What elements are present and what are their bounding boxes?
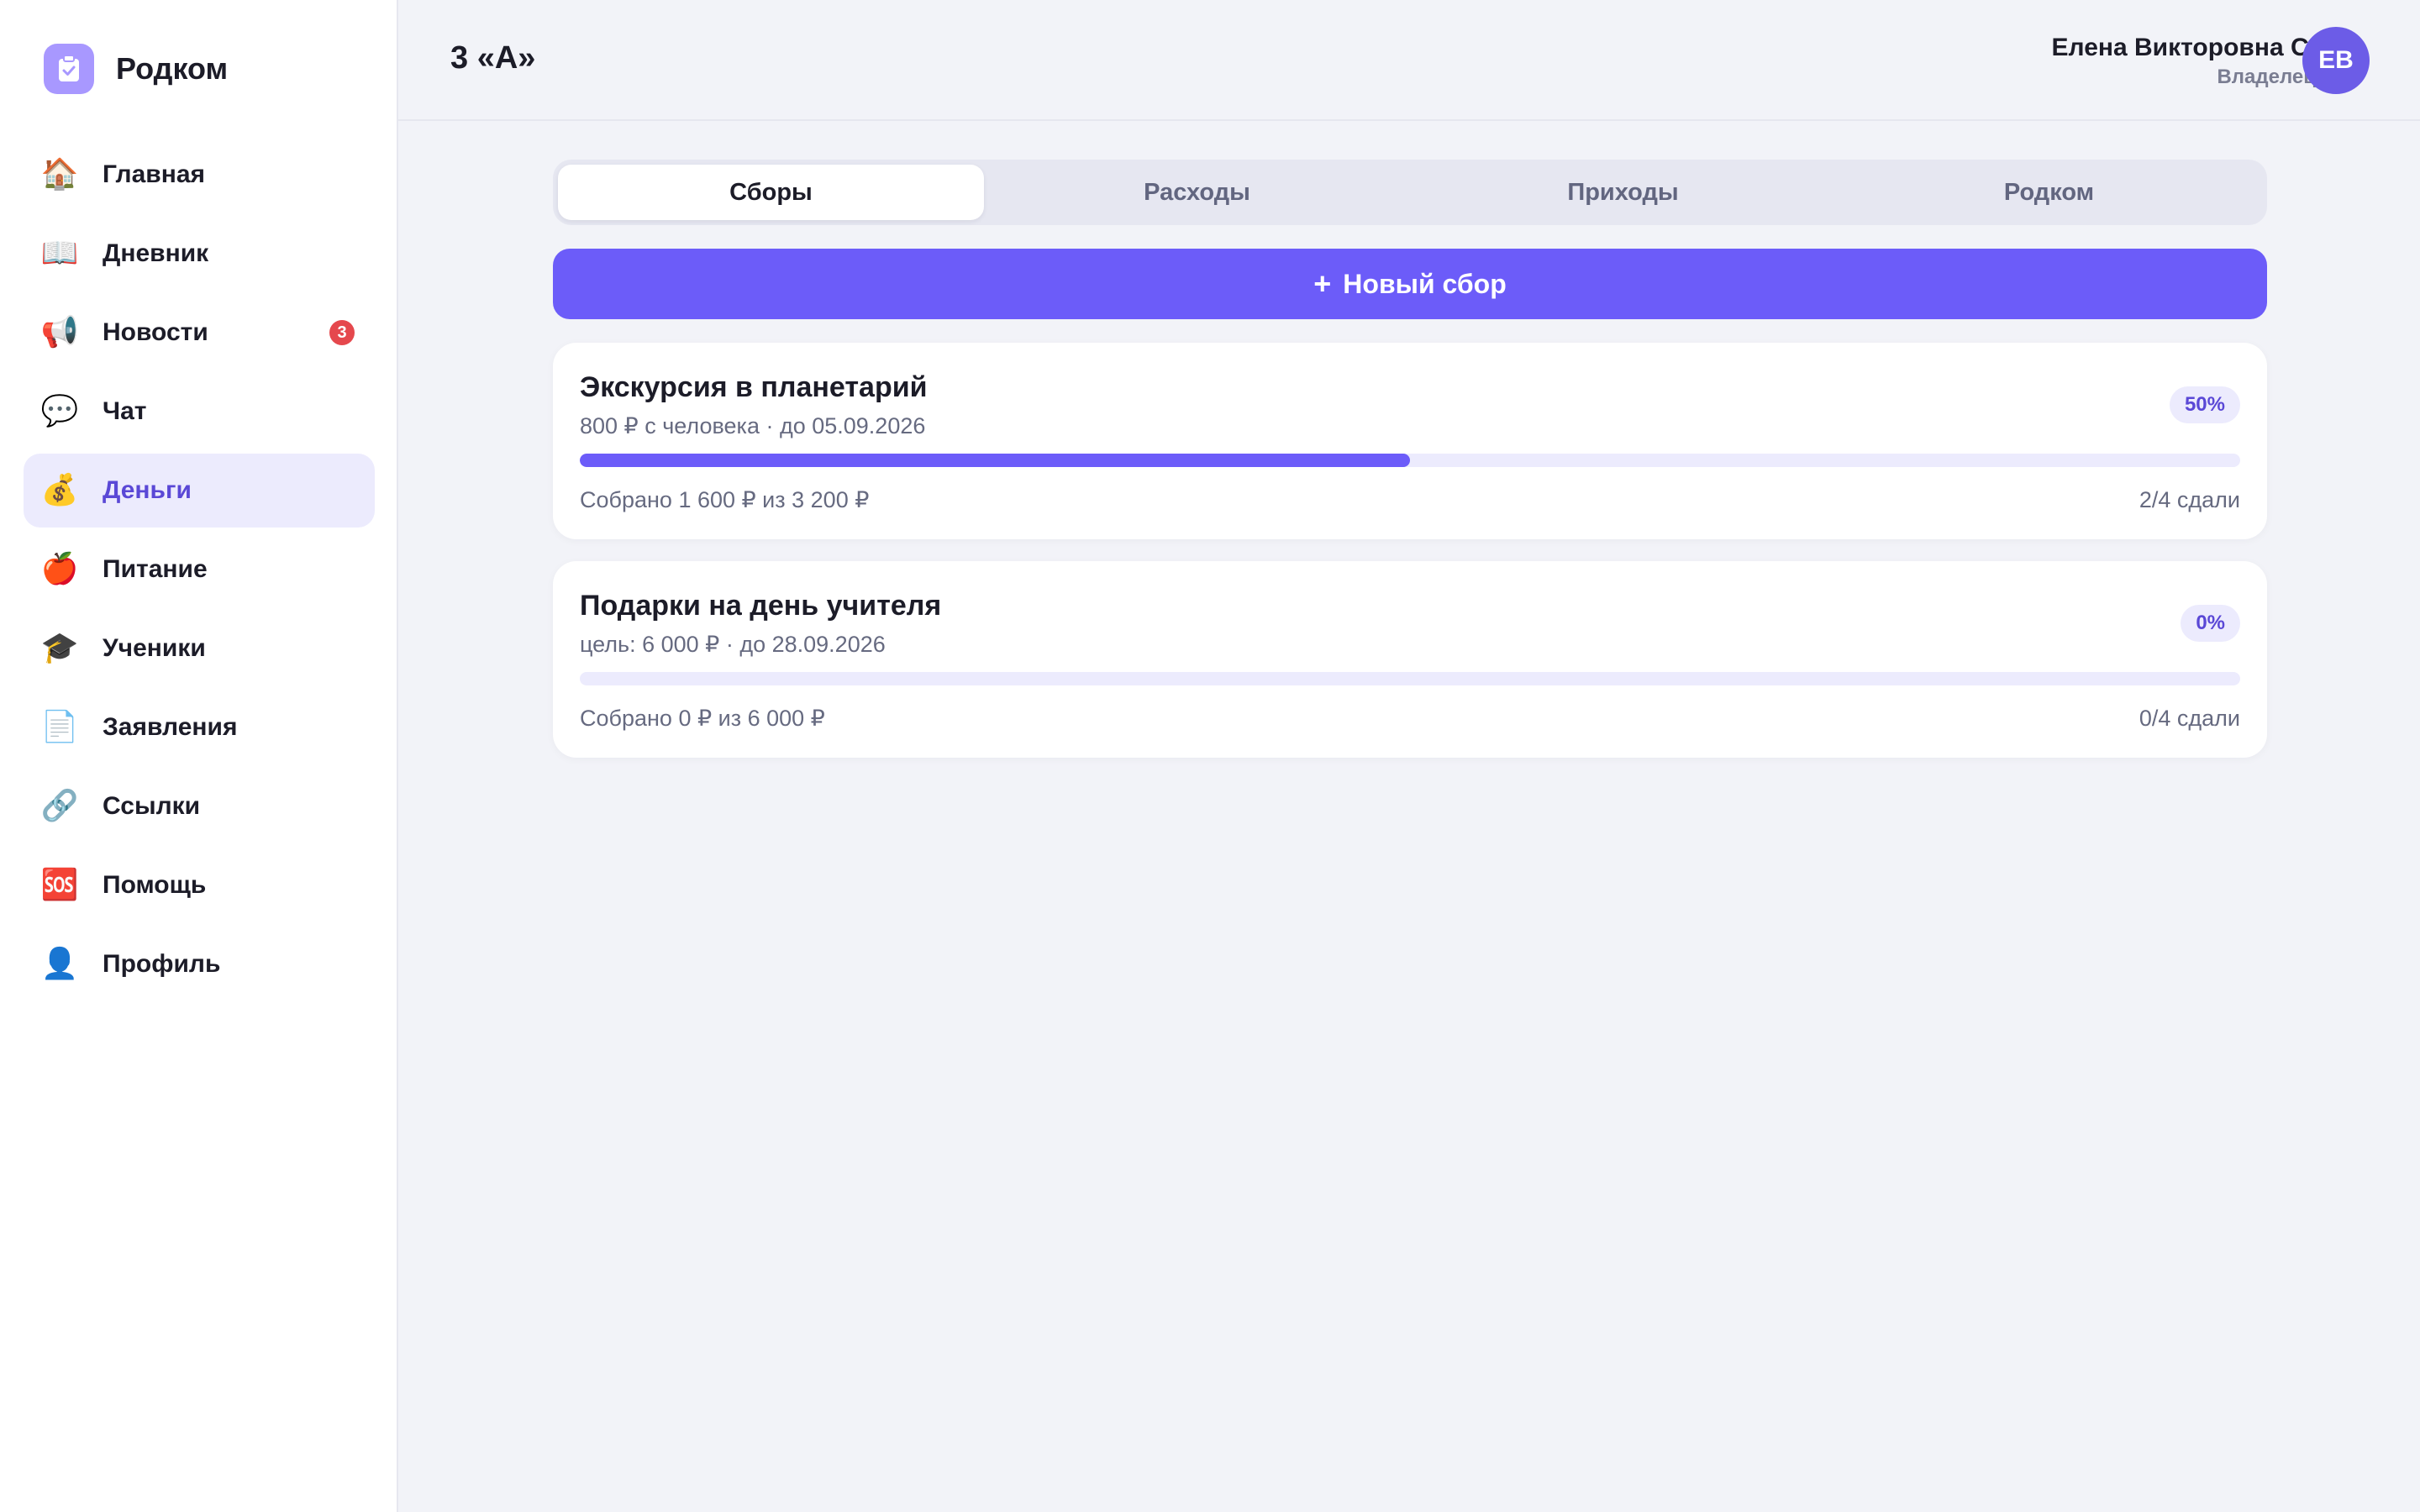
unread-badge: 3 [329,320,355,345]
clipboard-check-icon [44,44,94,94]
avatar[interactable]: ЕВ [2302,27,2370,94]
sidebar-item-label: Заявления [103,713,238,741]
collection-subtitle: цель: 6 000 ₽ · до 28.09.2026 [580,632,886,657]
collection-card[interactable]: Подарки на день учителя цель: 6 000 ₽ · … [553,561,2267,758]
paid-count: 2/4 сдали [2139,487,2240,512]
paid-count: 0/4 сдали [2139,706,2240,731]
sidebar-item-label: Питание [103,555,208,583]
user-role: Владелец [2217,66,2316,88]
sidebar-item-label: Ссылки [103,792,201,820]
progress-bar [580,672,2240,685]
book-icon: 📖 [40,236,79,270]
collected-amount: Собрано 0 ₽ из 6 000 ₽ [580,706,825,731]
sidebar-item-home[interactable]: 🏠 Главная [24,138,375,212]
tab-collections[interactable]: Сборы [558,165,984,220]
page-title: 3 «А» [450,40,536,76]
home-icon: 🏠 [40,157,79,192]
tab-bar: Сборы Расходы Приходы Родком [553,160,2267,225]
sidebar-item-profile[interactable]: 👤 Профиль [24,927,375,1001]
collected-amount: Собрано 1 600 ₽ из 3 200 ₽ [580,487,870,512]
user-icon: 👤 [40,947,79,981]
megaphone-icon: 📢 [40,315,79,349]
user-name: Елена Викторовна С. [2051,34,2316,61]
sidebar-item-food[interactable]: 🍎 Питание [24,533,375,606]
collection-subtitle: 800 ₽ с человека · до 05.09.2026 [580,413,926,438]
sidebar-item-label: Ученики [103,634,206,662]
sidebar: Родком 🏠 Главная 📖 Дневник 📢 Новости 3 💬… [0,0,398,1512]
chat-bubble-icon: 💬 [40,394,79,428]
sidebar-item-links[interactable]: 🔗 Ссылки [24,769,375,843]
sidebar-item-label: Помощь [103,871,207,899]
sos-icon: 🆘 [40,868,79,902]
graduation-cap-icon: 🎓 [40,631,79,665]
sidebar-item-diary[interactable]: 📖 Дневник [24,217,375,291]
sidebar-item-label: Новости [103,318,208,346]
sidebar-item-applications[interactable]: 📄 Заявления [24,690,375,764]
sidebar-item-label: Главная [103,160,206,188]
progress-bar [580,454,2240,467]
apple-icon: 🍎 [40,552,79,586]
plus-icon: + [1313,266,1332,301]
document-icon: 📄 [40,710,79,744]
tab-expenses[interactable]: Расходы [984,165,1410,220]
top-header: 3 «А» Елена Викторовна С. Владелец ЕВ [398,0,2420,121]
progress-fill [580,454,1410,467]
brand[interactable]: Родком [44,44,228,94]
sidebar-item-label: Чат [103,397,147,425]
main-content: Сборы Расходы Приходы Родком + Новый сбо… [553,160,2267,758]
sidebar-item-label: Профиль [103,950,221,978]
tab-incomes[interactable]: Приходы [1410,165,1836,220]
percent-badge: 0% [2181,605,2240,642]
money-bag-icon: 💰 [40,473,79,507]
sidebar-item-help[interactable]: 🆘 Помощь [24,848,375,922]
sidebar-item-students[interactable]: 🎓 Ученики [24,612,375,685]
sidebar-item-label: Деньги [103,476,192,504]
collection-card[interactable]: Экскурсия в планетарий 800 ₽ с человека … [553,343,2267,539]
new-collection-label: Новый сбор [1343,268,1507,299]
user-info[interactable]: Елена Викторовна С. Владелец [2052,34,2316,89]
link-icon: 🔗 [40,789,79,823]
collection-title: Подарки на день учителя [580,590,942,622]
sidebar-item-label: Дневник [103,239,209,267]
collection-title: Экскурсия в планетарий [580,371,928,403]
tab-parent-committee[interactable]: Родком [1836,165,2262,220]
new-collection-button[interactable]: + Новый сбор [553,249,2267,319]
brand-name: Родком [116,51,229,86]
sidebar-item-chat[interactable]: 💬 Чат [24,375,375,449]
percent-badge: 50% [2169,386,2240,423]
sidebar-item-money[interactable]: 💰 Деньги [24,454,375,528]
sidebar-item-news[interactable]: 📢 Новости 3 [24,296,375,370]
sidebar-nav: 🏠 Главная 📖 Дневник 📢 Новости 3 💬 Чат 💰 … [24,138,375,1006]
